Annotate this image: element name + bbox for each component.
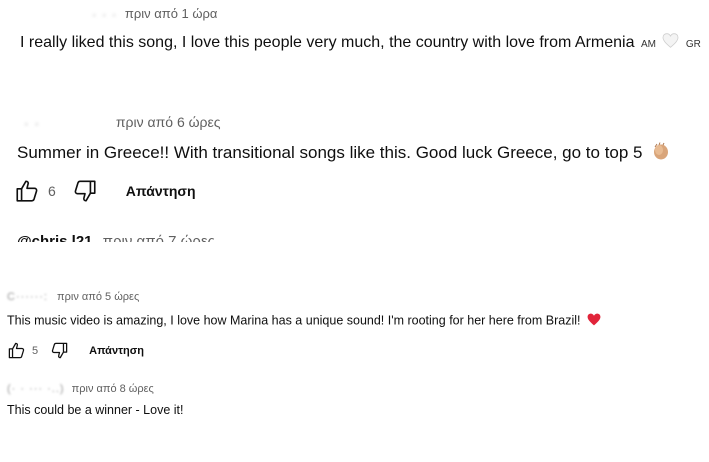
- timestamp[interactable]: πριν από 8 ώρες: [72, 383, 154, 395]
- author-name[interactable]: @chris.l21: [17, 233, 93, 242]
- like-count: 6: [48, 183, 56, 199]
- comment-actions: 5 Απάντηση: [7, 341, 144, 360]
- comment-text: Summer in Greece!! With transitional son…: [17, 141, 671, 166]
- flag-gr-label: GR: [685, 39, 701, 51]
- comment-text-body: Summer in Greece!! With transitional son…: [17, 142, 643, 162]
- comment-3-clipped: @chris.l21 πριν από 7 ώρες: [0, 228, 709, 242]
- comment-meta: (· · ··· ·..) πριν από 8 ώρες: [7, 383, 154, 395]
- reply-button[interactable]: Απάντηση: [89, 345, 144, 357]
- comment-text: I really liked this song, I love this pe…: [20, 33, 703, 53]
- comment-text: This music video is amazing, I love how …: [7, 313, 601, 329]
- author-name[interactable]: (· · ··· ·..): [7, 383, 65, 395]
- timestamp[interactable]: πριν από 1 ώρα: [125, 6, 218, 21]
- timestamp[interactable]: πριν από 7 ώρες: [103, 233, 215, 242]
- thumbs-up-icon[interactable]: [7, 341, 26, 360]
- comment-meta: · · πριν από 6 ώρες: [24, 114, 221, 131]
- comment-actions: 6 Απάντηση: [14, 178, 196, 204]
- comment-text-body: This music video is amazing, I love how …: [7, 313, 581, 328]
- clapping-hands-icon: [651, 141, 671, 166]
- timestamp[interactable]: πριν από 6 ώρες: [116, 114, 221, 130]
- comment-text-body: This could be a winner - Love it!: [7, 403, 184, 414]
- thumbs-up-icon[interactable]: [14, 178, 40, 204]
- comment-meta: · · · πριν από 1 ώρα: [92, 6, 217, 22]
- comment-meta: C······: πριν από 5 ώρες: [7, 291, 139, 303]
- timestamp[interactable]: πριν από 5 ώρες: [57, 291, 139, 303]
- author-name[interactable]: · ·: [24, 115, 104, 131]
- red-heart-icon: [587, 313, 601, 329]
- comment-meta: @chris.l21 πριν από 7 ώρες: [17, 233, 215, 242]
- comment-text-body: I really liked this song, I love this pe…: [20, 34, 635, 52]
- author-name[interactable]: · · ·: [92, 7, 117, 22]
- comment-text-clip: This could be a winner - Love it!: [7, 402, 407, 414]
- author-name[interactable]: C······:: [7, 291, 48, 303]
- reply-button[interactable]: Απάντηση: [126, 183, 196, 199]
- flag-am-label: AM: [640, 39, 656, 51]
- like-count: 5: [32, 344, 39, 357]
- thumbs-down-icon[interactable]: [72, 178, 98, 204]
- thumbs-down-icon[interactable]: [50, 341, 69, 360]
- white-heart-icon: [662, 33, 679, 53]
